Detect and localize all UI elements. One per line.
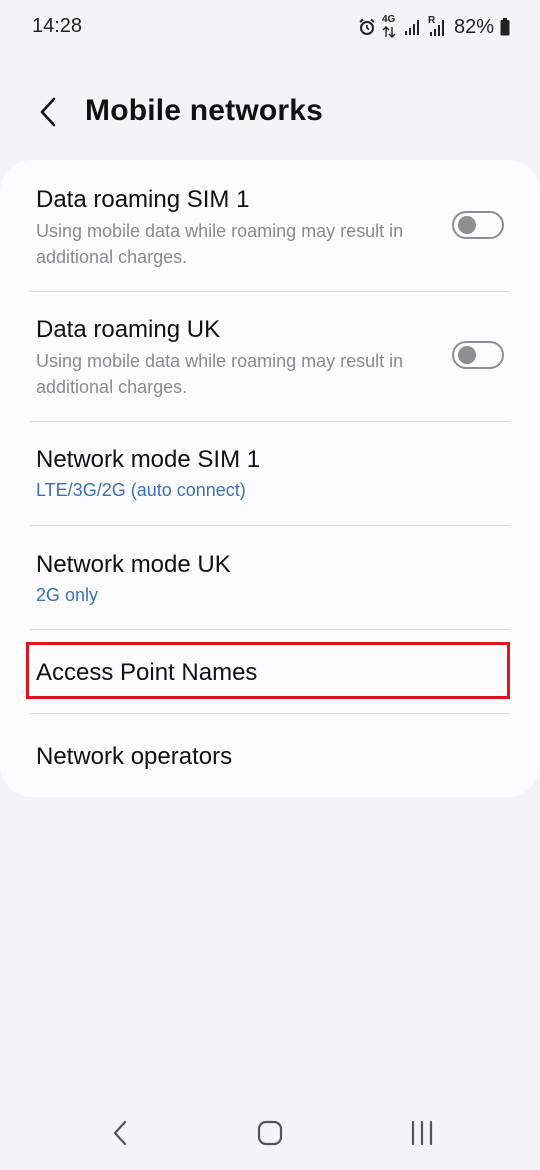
alarm-icon [358,18,376,36]
page-title: Mobile networks [85,94,324,127]
system-nav-bar [0,1110,540,1156]
chevron-left-icon [40,97,56,127]
home-nav-button[interactable] [240,1110,300,1156]
data-roaming-sim1-title: Data roaming SIM 1 [36,186,250,213]
battery-icon [500,18,510,36]
back-button[interactable] [30,94,66,130]
data-roaming-uk-toggle[interactable] [452,341,504,369]
highlight-box [26,642,510,699]
data-roaming-sim1-summary: Using mobile data while roaming may resu… [36,221,404,267]
data-roaming-sim1-toggle[interactable] [452,211,504,239]
data-roaming-uk-title: Data roaming UK [36,316,221,343]
network-operators-row[interactable]: Network operators [0,714,540,797]
signal-icon [404,18,422,36]
network-mode-sim1-title: Network mode SIM 1 [36,446,261,473]
app-header: Mobile networks [0,80,540,144]
network-mode-uk-title: Network mode UK [36,551,231,578]
recents-nav-button[interactable] [392,1110,452,1156]
status-bar: 14:28 4G R 82% [0,0,540,54]
mobile-networks-screen: 14:28 4G R 82% Mobile networks Data roam… [0,0,540,1170]
recents-nav-icon [411,1120,433,1146]
roaming-signal-icon: R [428,16,448,38]
data-roaming-uk-row[interactable]: Data roaming UK Using mobile data while … [0,292,540,421]
4g-data-icon: 4G [382,15,398,39]
network-mode-sim1-value: LTE/3G/2G (auto connect) [36,480,246,500]
network-type-label: 4G [381,14,396,25]
network-mode-sim1-row[interactable]: Network mode SIM 1 LTE/3G/2G (auto conne… [0,422,540,525]
settings-card: Data roaming SIM 1 Using mobile data whi… [0,160,540,797]
toggle-knob [458,346,476,364]
home-nav-icon [257,1120,283,1146]
back-nav-button[interactable] [90,1110,150,1156]
status-time: 14:28 [32,15,83,37]
network-operators-title: Network operators [36,743,233,770]
network-mode-uk-row[interactable]: Network mode UK 2G only [0,526,540,629]
battery-percentage: 82% [453,15,494,38]
data-roaming-uk-summary: Using mobile data while roaming may resu… [36,351,404,397]
back-nav-icon [113,1120,127,1146]
data-roaming-sim1-row[interactable]: Data roaming SIM 1 Using mobile data whi… [0,160,540,290]
network-mode-uk-value: 2G only [36,585,99,605]
toggle-knob [458,216,476,234]
status-icons: 4G R 82% [358,14,510,40]
